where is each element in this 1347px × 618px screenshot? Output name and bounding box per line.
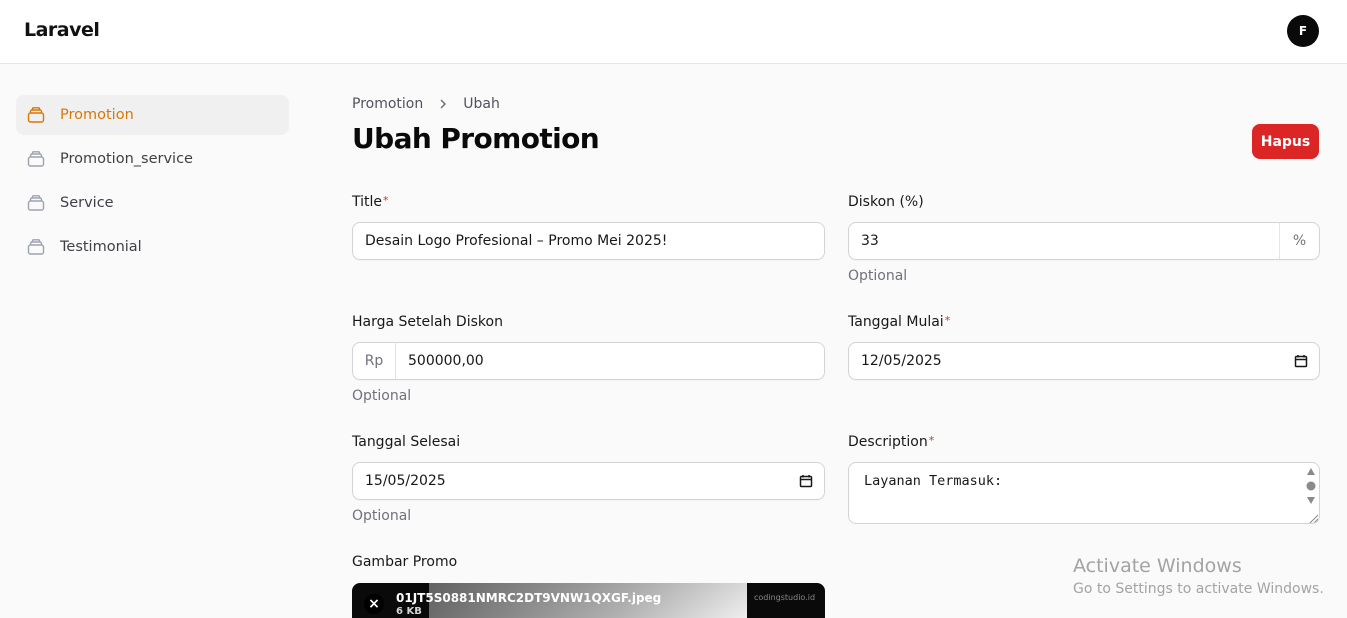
sidebar: Promotion Promotion_service Service Test…: [16, 95, 289, 271]
discount-input[interactable]: 33 %: [848, 222, 1320, 260]
sidebar-item-label: Service: [60, 195, 114, 211]
description-textarea[interactable]: Layanan Termasuk:: [848, 462, 1320, 524]
discount-hint: Optional: [848, 268, 908, 284]
start-date-label: Tanggal Mulai*: [848, 314, 951, 330]
watermark-subtitle: Go to Settings to activate Windows.: [1073, 581, 1324, 597]
chevron-right-icon: [437, 98, 449, 110]
price-after-hint: Optional: [352, 388, 412, 404]
price-after-input[interactable]: Rp 500000,00: [352, 342, 825, 380]
discount-input-value[interactable]: 33: [849, 233, 1279, 249]
price-after-label: Harga Setelah Diskon: [352, 314, 503, 330]
sidebar-item-promotion-service[interactable]: Promotion_service: [16, 139, 289, 179]
image-label: Gambar Promo: [352, 554, 458, 570]
required-marker: *: [928, 434, 935, 447]
end-date-label: Tanggal Selesai: [352, 434, 461, 450]
end-date-hint: Optional: [352, 508, 412, 524]
sidebar-item-label: Testimonial: [60, 239, 142, 255]
top-navbar: Laravel F: [0, 0, 1347, 64]
stack-icon: [26, 149, 46, 169]
description-textarea-value[interactable]: Layanan Termasuk:: [864, 473, 1002, 489]
start-date-input-value[interactable]: 12/05/2025: [849, 353, 1283, 369]
sidebar-item-promotion[interactable]: Promotion: [16, 95, 289, 135]
stack-icon: [26, 193, 46, 213]
sidebar-item-service[interactable]: Service: [16, 183, 289, 223]
stack-icon: [26, 237, 46, 257]
title-input[interactable]: Desain Logo Profesional – Promo Mei 2025…: [352, 222, 825, 260]
calendar-icon[interactable]: [1283, 343, 1319, 379]
breadcrumb-current: Ubah: [463, 96, 500, 112]
required-marker: *: [944, 314, 951, 327]
price-after-input-value[interactable]: 500000,00: [396, 353, 824, 369]
percent-suffix: %: [1279, 223, 1319, 259]
delete-button[interactable]: Hapus: [1252, 124, 1319, 159]
currency-prefix: Rp: [353, 343, 396, 379]
watermark-title: Activate Windows: [1073, 555, 1242, 577]
textarea-scrollbar[interactable]: [1303, 463, 1319, 523]
discount-label: Diskon (%): [848, 194, 924, 210]
breadcrumb-parent-link[interactable]: Promotion: [352, 96, 423, 112]
sidebar-item-label: Promotion_service: [60, 151, 193, 167]
breadcrumb: Promotion Ubah: [352, 96, 500, 112]
end-date-input[interactable]: 15/05/2025: [352, 462, 825, 500]
image-upload-preview[interactable]: codingstudio.id × 01JT5S0881NMRC2DT9VNW1…: [352, 583, 825, 618]
sidebar-item-label: Promotion: [60, 107, 134, 123]
page-title: Ubah Promotion: [352, 122, 600, 155]
remove-file-button[interactable]: ×: [364, 594, 384, 614]
file-name: 01JT5S0881NMRC2DT9VNW1QXGF.jpeg: [396, 591, 662, 605]
start-date-input[interactable]: 12/05/2025: [848, 342, 1320, 380]
title-label: Title*: [352, 194, 389, 210]
description-label: Description*: [848, 434, 935, 450]
brand-logo[interactable]: Laravel: [24, 19, 100, 41]
required-marker: *: [383, 194, 389, 207]
activate-windows-watermark: Activate Windows Go to Settings to activ…: [1073, 555, 1324, 597]
title-input-value[interactable]: Desain Logo Profesional – Promo Mei 2025…: [353, 233, 824, 249]
user-avatar[interactable]: F: [1287, 15, 1319, 47]
sidebar-item-testimonial[interactable]: Testimonial: [16, 227, 289, 267]
end-date-input-value[interactable]: 15/05/2025: [353, 473, 788, 489]
calendar-icon[interactable]: [788, 463, 824, 499]
thumbnail-watermark: codingstudio.id: [754, 593, 816, 602]
stack-icon: [26, 105, 46, 125]
file-size: 6 KB: [396, 606, 422, 617]
